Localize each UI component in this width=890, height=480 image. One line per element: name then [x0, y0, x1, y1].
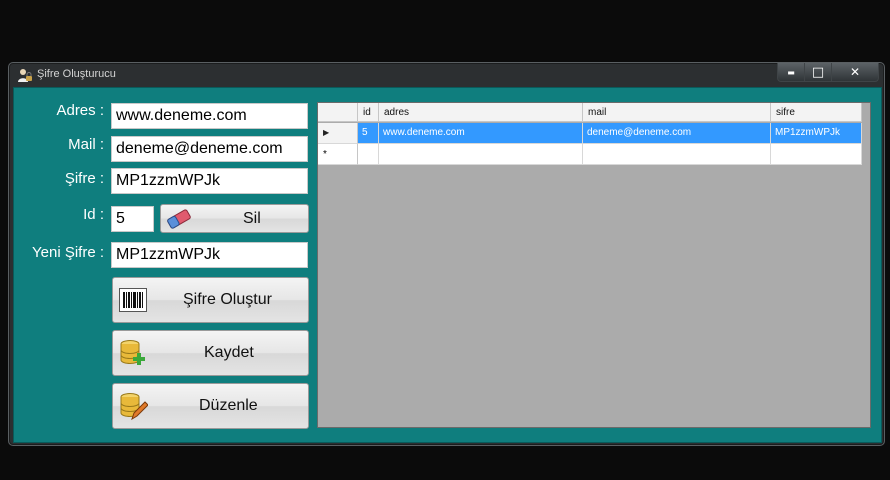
adres-label: Adres :: [56, 102, 104, 119]
cell-mail[interactable]: deneme@deneme.com: [583, 123, 771, 144]
cell-id[interactable]: 5: [358, 123, 379, 144]
sifre-input[interactable]: MP1zzmWPJk: [111, 168, 308, 194]
new-cell-adres[interactable]: [379, 144, 583, 165]
column-header-id[interactable]: id: [358, 103, 379, 122]
sil-button-label: Sil: [243, 210, 261, 227]
cell-adres[interactable]: www.deneme.com: [379, 123, 583, 144]
minimize-button[interactable]: ▬: [777, 63, 805, 82]
column-header-sifre[interactable]: sifre: [771, 103, 862, 122]
duzenle-button[interactable]: Düzenle: [112, 383, 309, 429]
kaydet-button[interactable]: Kaydet: [112, 330, 309, 376]
new-cell-id[interactable]: [358, 144, 379, 165]
barcode-icon: [119, 288, 147, 317]
client-area: Adres : Mail : Şifre : Id : Yeni Şifre :…: [13, 87, 882, 443]
main-window: Şifre Oluşturucu ▬ □ ✕ Adres : Mail : Şi…: [8, 62, 885, 446]
adres-input[interactable]: www.deneme.com: [111, 103, 308, 129]
row-header-current[interactable]: ▶: [318, 123, 358, 144]
close-icon: ✕: [849, 65, 861, 79]
sifre-label: Şifre :: [64, 170, 104, 187]
eraser-icon: [165, 207, 193, 236]
kaydet-button-label: Kaydet: [204, 344, 254, 361]
column-header-mail[interactable]: mail: [583, 103, 771, 122]
close-button[interactable]: ✕: [831, 63, 879, 82]
maximize-icon: □: [811, 64, 825, 80]
maximize-button[interactable]: □: [804, 63, 832, 82]
column-header-adres[interactable]: adres: [379, 103, 583, 122]
grid-corner-header: [318, 103, 358, 122]
cell-sifre[interactable]: MP1zzmWPJk: [771, 123, 862, 144]
mail-input[interactable]: deneme@deneme.com: [111, 136, 308, 162]
mail-label: Mail :: [68, 136, 104, 153]
yeni-sifre-input[interactable]: MP1zzmWPJk: [111, 242, 308, 268]
window-title: Şifre Oluşturucu: [37, 68, 116, 80]
app-user-icon: [17, 67, 33, 83]
sifre-olustur-button-label: Şifre Oluştur: [183, 291, 272, 308]
yeni-sifre-label: Yeni Şifre :: [32, 244, 104, 261]
new-cell-sifre[interactable]: [771, 144, 862, 165]
sifre-olustur-button[interactable]: Şifre Oluştur: [112, 277, 309, 323]
new-cell-mail[interactable]: [583, 144, 771, 165]
database-edit-icon: [118, 391, 149, 426]
row-header-new[interactable]: *: [318, 144, 358, 165]
new-row-marker: *: [323, 149, 327, 160]
id-label: Id :: [83, 206, 104, 223]
minimize-icon: ▬: [787, 67, 795, 77]
current-row-arrow-icon: ▶: [323, 128, 330, 137]
id-input[interactable]: 5: [111, 206, 154, 232]
sil-button[interactable]: Sil: [160, 204, 309, 233]
duzenle-button-label: Düzenle: [199, 397, 258, 414]
data-grid[interactable]: id adres mail sifre ▶ 5 www.deneme.com d…: [317, 102, 871, 428]
database-add-icon: [118, 338, 148, 373]
